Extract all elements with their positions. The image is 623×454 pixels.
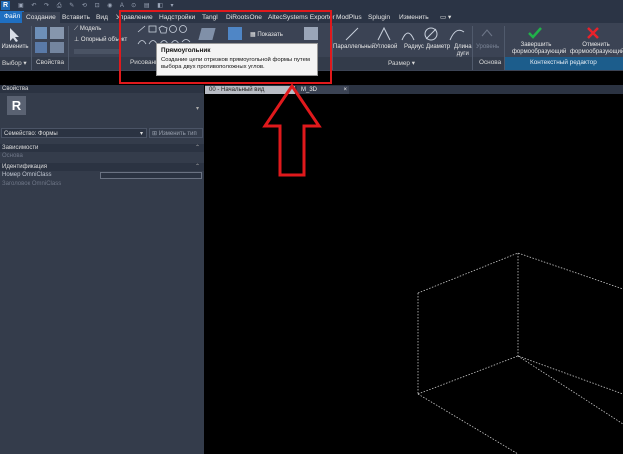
tooltip-description: Создание цепи отрезков прямоугольной фор…	[161, 57, 310, 70]
tab-addins[interactable]: Надстройки	[159, 12, 195, 23]
reference-line-button[interactable]	[74, 49, 120, 54]
annotation-arrow	[262, 84, 322, 177]
tab-tangl[interactable]: Tangl	[202, 12, 218, 23]
select-panel-label[interactable]: Выбор ▾	[2, 59, 27, 67]
ribbon-separator	[31, 26, 32, 70]
tab-create[interactable]: Создание	[22, 12, 60, 23]
finish-checkmark-icon[interactable]	[527, 26, 543, 40]
edit-type-button[interactable]: ⊞ Изменить тип	[149, 128, 203, 138]
collapse-icon: ⌃	[194, 164, 200, 170]
ribbon-separator	[504, 26, 505, 70]
set-work-plane-icon[interactable]	[228, 27, 242, 40]
tab-manage[interactable]: Управление	[116, 12, 153, 23]
component-icon[interactable]	[304, 27, 318, 40]
quick-access-toolbar: R ▣ ↶ ↷ ⎙ ✎ ⟲ ⊡ ◉ A ⊙ ▤ ◧ ▾	[0, 0, 623, 11]
tab-insert[interactable]: Вставить	[62, 12, 90, 23]
arc-length-dimension-button[interactable]: Длина дуги	[454, 44, 472, 58]
close-icon[interactable]: ×	[343, 86, 347, 94]
model-line-button[interactable]: ⟋ Модель	[74, 26, 101, 33]
parameters-icon[interactable]	[50, 42, 64, 53]
level-icon[interactable]	[480, 26, 494, 40]
ribbon-separator	[472, 26, 473, 70]
reference-plane-icon: ⊥	[74, 37, 81, 43]
properties-icon[interactable]	[35, 27, 47, 39]
edit-type-icon: ⊞	[152, 131, 159, 137]
reference-plane-button[interactable]: ⊥ Опорный объект	[74, 37, 127, 44]
family-category-icon[interactable]	[35, 42, 47, 53]
radial-dimension-button[interactable]: Радиус	[404, 44, 424, 51]
ribbon-separator	[68, 26, 69, 70]
tab-view[interactable]: Вид	[96, 12, 108, 23]
dimension-panel-label[interactable]: Размер ▾	[388, 59, 415, 67]
cancel-x-icon[interactable]	[586, 26, 600, 40]
type-selector-dropdown-icon[interactable]: ▾	[196, 105, 199, 112]
finish-form-button[interactable]: Завершить формообразующий	[512, 42, 566, 56]
omniclass-number-field[interactable]	[100, 172, 202, 179]
cancel-form-button[interactable]: Отменить формообразующий	[570, 42, 623, 56]
chevron-down-icon: ▾	[139, 131, 143, 137]
properties-title: Свойства	[0, 85, 204, 93]
properties-panel-label: Свойства	[36, 59, 65, 66]
group-constraints[interactable]: Зависимости ⌃	[0, 144, 204, 152]
show-button[interactable]: ▦ Показать	[250, 32, 283, 39]
tooltip: Прямоугольник Создание цепи отрезков пря…	[156, 43, 318, 76]
revit-window: R ▣ ↶ ↷ ⎙ ✎ ⟲ ⊡ ◉ A ⊙ ▤ ◧ ▾ Файл Создани…	[0, 0, 623, 454]
family-type-icon: R	[7, 96, 26, 115]
context-editor-panel-label: Контекстный редактор	[530, 59, 597, 66]
modify-button-label[interactable]: Изменить	[0, 44, 30, 51]
revit-logo[interactable]: R	[1, 1, 10, 10]
family-types-icon[interactable]	[50, 27, 64, 39]
tooltip-title: Прямоугольник	[161, 47, 211, 54]
property-row-host: Основа	[2, 153, 23, 159]
level-button-label[interactable]: Уровень	[476, 44, 499, 51]
quick-access-icons[interactable]: ▣ ↶ ↷ ⎙ ✎ ⟲ ⊡ ◉ A ⊙ ▤ ◧ ▾	[18, 2, 177, 10]
tab-splugin[interactable]: Splugin	[368, 12, 390, 23]
family-selector[interactable]: Семейство: Формы ▾	[1, 128, 147, 138]
collapse-icon: ⌃	[194, 145, 200, 151]
tab-modify[interactable]: Изменить	[399, 12, 429, 23]
cursor-arrow-icon[interactable]	[8, 27, 22, 43]
property-row-omniclass-number: Номер OmniClass	[0, 171, 204, 180]
ribbon-tabs: Файл Создание Вставить Вид Управление На…	[0, 11, 623, 23]
group-identity[interactable]: Идентификация ⌃	[0, 163, 204, 171]
angular-dimension-button[interactable]: Угловой	[375, 44, 397, 51]
tab-altecsystems[interactable]: AltecSystems Exporter	[268, 12, 335, 23]
aligned-dimension-button[interactable]: Параллельный	[333, 44, 375, 51]
tab-file[interactable]: Файл	[0, 11, 25, 23]
tab-dirootsone[interactable]: DiRootsOne	[226, 12, 262, 23]
property-row-omniclass-title: Заголовок OmniClass	[2, 181, 62, 187]
datum-panel-label: Основа	[479, 59, 502, 66]
dimension-tool-icons[interactable]	[340, 24, 470, 44]
diameter-dimension-button[interactable]: Диаметр	[426, 44, 450, 51]
panel-toggle-icon[interactable]: ▭ ▾	[440, 12, 451, 23]
properties-palette: Свойства R ▾ Семейство: Формы ▾ ⊞ Изменит…	[0, 85, 204, 454]
tab-modplus[interactable]: ModPlus	[336, 12, 362, 23]
